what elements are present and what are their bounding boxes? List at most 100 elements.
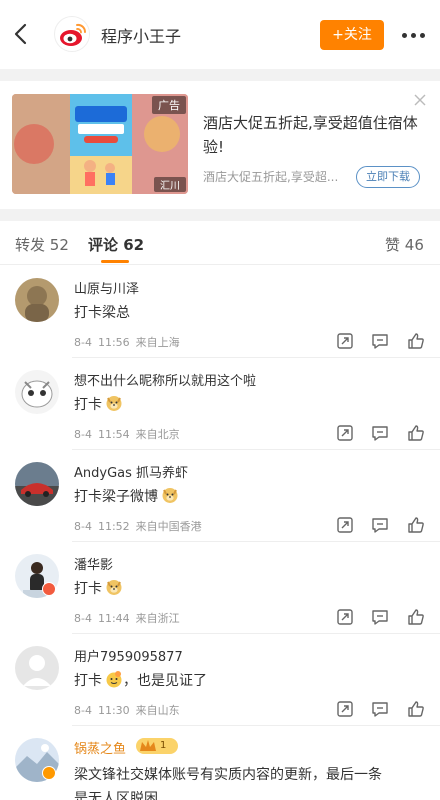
comment-item[interactable]: 潘华影打卡 8-4 11:44 来自浙江 xyxy=(0,542,440,634)
comment-text: 梁文锋社交媒体账号有实质内容的更新，最后一条 xyxy=(74,767,382,783)
comment-text-row: 打卡 ，也是见证了 xyxy=(74,670,207,690)
comment-text: 打卡梁总 xyxy=(74,305,130,321)
tab-comments-label: 评论 xyxy=(88,236,119,254)
share-icon[interactable] xyxy=(336,424,354,442)
doge-emoji-icon xyxy=(106,396,122,411)
comment-time: 11:30 xyxy=(97,704,130,717)
comment-location: 来自浙江 xyxy=(135,612,180,625)
commenter-name[interactable]: 想不出什么昵称所以就用这个啦 xyxy=(74,370,256,389)
ad-label: 广告 xyxy=(152,96,186,114)
share-icon[interactable] xyxy=(336,332,354,350)
comment-date: 8-4 xyxy=(74,520,92,533)
member-level-value: 1 xyxy=(160,740,167,751)
verified-badge-icon xyxy=(42,582,56,596)
tab-repost[interactable]: 转发 52 xyxy=(15,234,69,255)
crown-icon xyxy=(140,740,156,751)
like-icon[interactable] xyxy=(407,424,425,442)
more-options-icon[interactable] xyxy=(402,24,426,44)
like-icon[interactable] xyxy=(407,516,425,534)
comment-time: 11:56 xyxy=(97,336,130,349)
comment-item[interactable]: 锅蒸之鱼 1 梁文锋社交媒体账号有实质内容的更新，最后一条是无人区脱困 xyxy=(0,726,440,800)
like-icon[interactable] xyxy=(407,332,425,350)
comment-text-line2: 是无人区脱困 xyxy=(74,791,158,800)
doge-emoji-icon xyxy=(162,488,178,503)
comment-meta: 8-4 11:30 来自山东 xyxy=(74,702,186,718)
comment-text: 打卡 xyxy=(74,581,102,597)
close-icon[interactable] xyxy=(413,93,427,107)
account-name[interactable]: 程序小王子 xyxy=(101,23,181,47)
tab-comments[interactable]: 评论 62 xyxy=(88,234,144,255)
comment-text-row: 打卡梁子微博 xyxy=(74,486,179,506)
tab-likes[interactable]: 赞 46 xyxy=(385,234,424,255)
comment-item[interactable]: 用户7959095877 打卡 ，也是见证了 8-4 11:30 来自山东 xyxy=(0,634,440,726)
like-icon[interactable] xyxy=(407,700,425,718)
ad-subtitle: 酒店大促五折起,享受超... xyxy=(203,170,339,184)
comment-location: 来自中国香港 xyxy=(135,520,202,533)
comment-text-row: 打卡 xyxy=(74,394,123,414)
ad-image[interactable]: 广告 汇川 xyxy=(12,94,188,194)
commenter-avatar[interactable] xyxy=(15,646,59,690)
commenter-name[interactable]: 锅蒸之鱼 xyxy=(74,738,126,757)
comment-location: 来自山东 xyxy=(135,704,180,717)
reply-icon[interactable] xyxy=(371,608,389,626)
share-icon[interactable] xyxy=(336,516,354,534)
reply-icon[interactable] xyxy=(371,424,389,442)
tab-likes-count: 46 xyxy=(404,236,424,254)
section-divider xyxy=(0,209,440,221)
comment-date: 8-4 xyxy=(74,704,92,717)
commenter-avatar[interactable] xyxy=(15,278,59,322)
doge-emoji-icon xyxy=(106,580,122,595)
comment-date: 8-4 xyxy=(74,612,92,625)
comment-text-row: 打卡梁总 xyxy=(74,302,130,322)
interaction-tabs: 转发 52 评论 62 赞 46 xyxy=(0,221,440,265)
comment-meta: 8-4 11:54 来自北京 xyxy=(74,426,186,442)
top-bar: 程序小王子 +关注 xyxy=(0,0,440,68)
comment-meta: 8-4 11:56 来自上海 xyxy=(74,334,186,350)
commenter-avatar[interactable] xyxy=(15,370,59,414)
comment-text: 打卡 xyxy=(74,397,102,413)
comment-location: 来自上海 xyxy=(135,336,180,349)
comment-item[interactable]: 山原与川泽打卡梁总 8-4 11:56 来自上海 xyxy=(0,266,440,358)
tab-repost-label: 转发 xyxy=(15,236,46,254)
weibo-logo-avatar[interactable] xyxy=(54,16,90,52)
commenter-avatar[interactable] xyxy=(15,462,59,506)
download-button[interactable]: 立即下载 xyxy=(356,166,420,188)
share-icon[interactable] xyxy=(336,608,354,626)
tab-repost-count: 52 xyxy=(49,236,69,254)
comment-date: 8-4 xyxy=(74,336,92,349)
ad-card[interactable]: 广告 汇川 酒店大促五折起,享受超值住宿体验! 酒店大促五折起,享受超... 立… xyxy=(0,81,440,209)
comment-date: 8-4 xyxy=(74,428,92,441)
share-icon[interactable] xyxy=(336,700,354,718)
reply-icon[interactable] xyxy=(371,332,389,350)
back-arrow-icon[interactable] xyxy=(8,20,36,48)
weibo-logo-icon xyxy=(56,18,89,51)
comment-text-row: 打卡 xyxy=(74,578,123,598)
comment-location: 来自北京 xyxy=(135,428,180,441)
comment-time: 11:54 xyxy=(97,428,130,441)
section-divider xyxy=(0,69,440,81)
comment-text: 打卡 xyxy=(74,673,102,689)
comment-item[interactable]: AndyGas 抓马养虾 打卡梁子微博 8-4 11:52 来自中国香港 xyxy=(0,450,440,542)
reply-icon[interactable] xyxy=(371,516,389,534)
commenter-name[interactable]: 潘华影 xyxy=(74,554,113,573)
comment-item[interactable]: 想不出什么昵称所以就用这个啦 打卡 8-4 11:54 来自北京 xyxy=(0,358,440,450)
commenter-name[interactable]: AndyGas 抓马养虾 xyxy=(74,462,188,481)
active-tab-indicator xyxy=(101,260,129,263)
reply-icon[interactable] xyxy=(371,700,389,718)
verified-badge-icon xyxy=(42,766,56,780)
like-icon[interactable] xyxy=(407,608,425,626)
ad-title[interactable]: 酒店大促五折起,享受超值住宿体验! xyxy=(203,111,423,159)
commenter-name[interactable]: 山原与川泽 xyxy=(74,278,139,297)
comment-text: 打卡梁子微博 xyxy=(74,489,158,505)
comment-time: 11:52 xyxy=(97,520,130,533)
follow-button[interactable]: +关注 xyxy=(320,20,384,50)
ad-platform-label: 汇川 xyxy=(154,177,186,192)
tab-comments-count: 62 xyxy=(123,236,145,254)
member-level-badge: 1 xyxy=(136,738,178,754)
commenter-name[interactable]: 用户7959095877 xyxy=(74,646,183,665)
comment-meta: 8-4 11:44 来自浙江 xyxy=(74,610,186,626)
comment-text-continued: ，也是见证了 xyxy=(123,673,207,689)
comment-meta: 8-4 11:52 来自中国香港 xyxy=(74,518,208,534)
clap-emoji-icon xyxy=(106,671,122,688)
tab-likes-label: 赞 xyxy=(385,236,401,254)
